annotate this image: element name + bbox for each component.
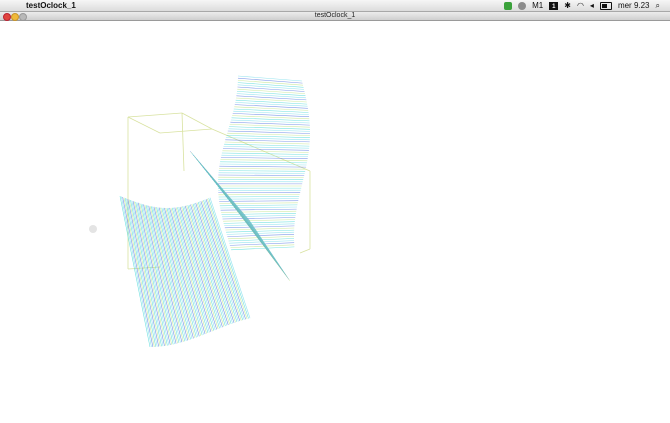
- ribbon-strand: [227, 234, 294, 236]
- menu-bar: testOclock_1 M1 1 ✱ ◠ ◂ mer 9.23 ⌕: [0, 0, 670, 12]
- ribbon-strand: [219, 173, 305, 174]
- ribbon-strand: [224, 144, 309, 146]
- 3d-scene: [0, 21, 670, 418]
- mail-status[interactable]: M1: [532, 0, 543, 11]
- ribbon-strand: [226, 230, 294, 232]
- ribbon-strand: [227, 135, 310, 137]
- ribbon-strand: [222, 213, 296, 214]
- sync-icon[interactable]: [518, 2, 526, 10]
- ribbon-strand: [238, 80, 303, 85]
- ribbon-strand: [225, 228, 294, 230]
- ribbon-strand: [222, 215, 296, 216]
- ribbon-strand: [238, 85, 304, 90]
- bounding-box-edge: [300, 249, 310, 253]
- clock-text[interactable]: mer 9.23: [618, 0, 650, 11]
- ribbon-strand: [235, 105, 308, 109]
- cursor-dot: [89, 225, 97, 233]
- evernote-icon[interactable]: [504, 2, 512, 10]
- ribbon-strand: [223, 218, 296, 220]
- app-menu-name[interactable]: testOclock_1: [26, 0, 76, 11]
- ribbon-strand: [236, 100, 308, 104]
- ribbon-strand: [220, 207, 297, 208]
- window-titlebar[interactable]: testOclock_1: [0, 12, 670, 21]
- ribbon-strand: [219, 168, 306, 169]
- mail-count: 1: [539, 1, 543, 10]
- window-title: testOclock_1: [0, 12, 670, 20]
- ribbon-strand: [234, 107, 308, 111]
- ribbon-strand: [220, 205, 298, 206]
- ribbon-strand: [219, 197, 300, 198]
- wifi-icon[interactable]: ◠: [577, 0, 584, 11]
- bounding-box-edge: [182, 113, 184, 171]
- bounding-box-edge: [128, 113, 182, 117]
- ribbon-strand: [222, 153, 308, 155]
- ribbon-strand: [224, 224, 294, 226]
- bluetooth-icon[interactable]: ✱: [564, 0, 571, 11]
- render-canvas[interactable]: [0, 21, 670, 418]
- ribbon-strand: [228, 129, 310, 132]
- bounding-box-wireframe: [128, 113, 310, 269]
- ribbon-strand: [221, 157, 308, 158]
- ribbon-strand: [224, 146, 310, 148]
- ribbon-strand: [235, 102, 307, 106]
- ribbon-strand: [218, 175, 304, 176]
- ribbon-strand: [221, 160, 308, 161]
- ribbon-strand: [221, 211, 296, 212]
- bounding-box-edge: [182, 113, 212, 129]
- ribbon-strand: [219, 166, 306, 167]
- ribbon-strand: [236, 96, 306, 100]
- mail-icon: M: [532, 1, 539, 10]
- ribbon-strand: [225, 140, 309, 142]
- ribbon-strand: [238, 76, 302, 81]
- ribbon-strand: [224, 222, 295, 224]
- ribbon-strand: [227, 133, 310, 135]
- notification-badge-icon[interactable]: 1: [549, 2, 558, 10]
- ribbon-strand: [221, 209, 297, 210]
- ribbon-strand: [220, 162, 307, 163]
- bounding-box-edge: [160, 129, 212, 133]
- ribbon-mesh: [120, 76, 310, 347]
- ribbon-strand: [228, 131, 310, 134]
- ribbon-strand: [237, 94, 306, 98]
- search-icon[interactable]: ⌕: [656, 0, 660, 11]
- ribbon-strand: [237, 89, 305, 93]
- ribbon-strand: [225, 142, 310, 144]
- ribbon-strand: [223, 149, 309, 151]
- ribbon-strand: [237, 87, 304, 92]
- status-tray: M1 1 ✱ ◠ ◂ mer 9.23 ⌕: [504, 0, 660, 11]
- ribbon-strand: [238, 78, 303, 83]
- volume-icon[interactable]: ◂: [590, 0, 594, 11]
- ribbon-strand: [225, 226, 295, 228]
- ribbon-strand: [221, 155, 308, 156]
- ribbon-strand: [227, 232, 294, 234]
- ribbon-strand: [219, 171, 305, 172]
- ribbon-strand: [236, 98, 307, 102]
- ribbon-strand: [237, 91, 305, 95]
- ribbon-strand: [238, 83, 304, 88]
- battery-icon[interactable]: [600, 2, 612, 10]
- bounding-box-edge: [128, 117, 160, 133]
- ribbon-strand: [223, 220, 295, 222]
- ribbon-strand: [226, 138, 310, 140]
